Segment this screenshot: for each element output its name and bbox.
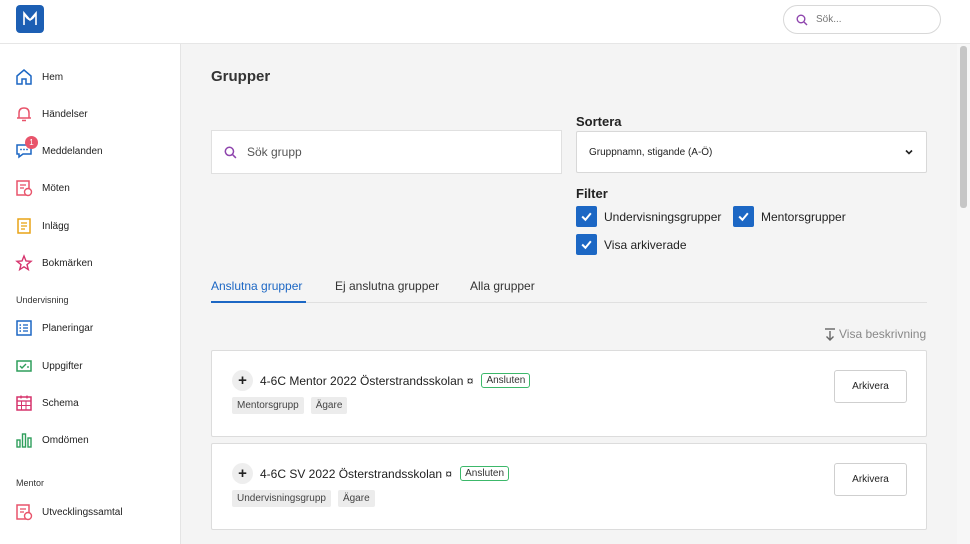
sidebar-item-label: Händelser xyxy=(42,108,88,120)
filter-option-label: Undervisningsgrupper xyxy=(604,209,722,224)
group-search[interactable] xyxy=(211,130,562,174)
check-icon xyxy=(738,212,749,222)
meeting-icon xyxy=(14,178,34,198)
sidebar-item-planeringar[interactable]: Planeringar xyxy=(14,315,174,341)
group-card: + 4-6C SV 2022 Österstrandsskolan ¤ Ansl… xyxy=(211,443,927,530)
tab-anslutna-grupper[interactable]: Anslutna grupper xyxy=(211,279,302,293)
top-bar xyxy=(0,0,970,44)
group-name: 4-6C SV 2022 Österstrandsskolan ¤ xyxy=(260,466,453,481)
filter-mentorsgrupper[interactable]: Mentorsgrupper xyxy=(733,206,846,227)
sidebar-item-utvecklingssamtal[interactable]: Utvecklingssamtal xyxy=(14,499,174,525)
search-icon xyxy=(796,14,808,25)
bell-icon xyxy=(14,104,34,124)
sort-selected-value: Gruppnamn, stigande (A-Ö) xyxy=(589,146,713,158)
show-description-label: Visa beskrivning xyxy=(839,327,927,341)
tab-alla-grupper[interactable]: Alla grupper xyxy=(470,279,535,293)
group-name: 4-6C Mentor 2022 Österstrandsskolan ¤ xyxy=(260,373,474,388)
global-search[interactable] xyxy=(783,5,941,34)
chevron-down-icon xyxy=(905,149,913,155)
sidebar-item-moten[interactable]: Möten xyxy=(14,175,174,201)
global-search-input[interactable] xyxy=(816,14,926,25)
checkbox[interactable] xyxy=(733,206,754,227)
group-card: + 4-6C Mentor 2022 Österstrandsskolan ¤ … xyxy=(211,350,927,437)
calendar-icon xyxy=(14,393,34,413)
bar-chart-icon xyxy=(14,430,34,450)
group-tabs: Anslutna grupper Ej anslutna grupper All… xyxy=(211,276,927,303)
expand-button[interactable]: + xyxy=(232,463,253,484)
assignment-icon xyxy=(14,356,34,376)
check-icon xyxy=(581,240,592,250)
tag: Mentorsgrupp xyxy=(232,397,304,414)
check-icon xyxy=(581,212,592,222)
show-description-toggle[interactable]: Visa beskrivning xyxy=(824,327,926,341)
filter-visa-arkiverade[interactable]: Visa arkiverade xyxy=(576,234,687,255)
sidebar-item-omdomen[interactable]: Omdömen xyxy=(14,427,174,453)
checkbox[interactable] xyxy=(576,234,597,255)
meeting-icon xyxy=(14,502,34,522)
page-scrollbar[interactable] xyxy=(957,44,970,544)
group-tags: Undervisningsgrupp Ägare xyxy=(232,490,382,507)
star-icon xyxy=(14,253,34,273)
sidebar-item-schema[interactable]: Schema xyxy=(14,390,174,416)
sidebar-item-label: Omdömen xyxy=(42,434,89,446)
search-icon xyxy=(224,146,237,158)
sidebar-item-handelser[interactable]: Händelser xyxy=(14,101,174,127)
sidebar-item-label: Meddelanden xyxy=(42,145,103,157)
post-icon xyxy=(14,216,34,236)
filter-undervisningsgrupper[interactable]: Undervisningsgrupper xyxy=(576,206,721,227)
sidebar-item-label: Planeringar xyxy=(42,322,94,334)
tab-ej-anslutna-grupper[interactable]: Ej anslutna grupper xyxy=(335,279,439,293)
status-badge: Ansluten xyxy=(481,373,531,388)
status-badge: Ansluten xyxy=(460,466,510,481)
sidebar-item-bokmarken[interactable]: Bokmärken xyxy=(14,250,174,276)
archive-button[interactable]: Arkivera xyxy=(834,463,907,496)
filter-option-label: Visa arkiverade xyxy=(604,237,687,252)
sort-select[interactable]: Gruppnamn, stigande (A-Ö) xyxy=(576,131,927,173)
tag: Undervisningsgrupp xyxy=(232,490,331,507)
chat-icon: 1 xyxy=(14,136,38,161)
main-content: Grupper Sortera Gruppnamn, stigande (A-Ö… xyxy=(181,44,957,544)
sidebar-item-label: Bokmärken xyxy=(42,257,93,269)
sidebar: Hem Händelser 1 Meddelanden Möten Inlägg… xyxy=(0,44,181,544)
group-search-input[interactable] xyxy=(247,145,547,159)
sidebar-item-label: Inlägg xyxy=(42,220,70,232)
app-logo[interactable] xyxy=(16,5,44,33)
sidebar-item-label: Schema xyxy=(42,397,79,409)
notification-badge: 1 xyxy=(25,136,38,149)
section-label-undervisning: Undervisning xyxy=(16,295,69,305)
expand-button[interactable]: + xyxy=(232,370,253,391)
sidebar-item-label: Möten xyxy=(42,182,70,194)
logo-icon xyxy=(23,10,37,25)
sidebar-item-hem[interactable]: Hem xyxy=(14,64,174,90)
active-tab-indicator xyxy=(211,301,306,303)
planning-icon xyxy=(14,318,34,338)
page-title: Grupper xyxy=(211,68,271,85)
group-title: 4-6C Mentor 2022 Österstrandsskolan ¤ An… xyxy=(260,373,531,388)
tag: Ägare xyxy=(337,490,375,507)
filter-option-label: Mentorsgrupper xyxy=(761,209,846,224)
home-icon xyxy=(14,67,34,87)
sidebar-item-label: Utvecklingssamtal xyxy=(42,506,123,518)
section-label-mentor: Mentor xyxy=(16,478,45,488)
scrollbar-thumb[interactable] xyxy=(960,46,967,208)
sidebar-item-label: Hem xyxy=(42,71,64,83)
sidebar-item-label: Uppgifter xyxy=(42,360,83,372)
sort-label: Sortera xyxy=(576,114,622,129)
sidebar-item-uppgifter[interactable]: Uppgifter xyxy=(14,353,174,379)
group-title: 4-6C SV 2022 Österstrandsskolan ¤ Anslut… xyxy=(260,466,510,481)
download-arrow-icon xyxy=(825,327,835,341)
archive-button[interactable]: Arkivera xyxy=(834,370,907,403)
checkbox[interactable] xyxy=(576,206,597,227)
tag: Ägare xyxy=(310,397,348,414)
filter-label: Filter xyxy=(576,186,608,201)
group-tags: Mentorsgrupp Ägare xyxy=(232,397,354,414)
sidebar-item-meddelanden[interactable]: 1 Meddelanden xyxy=(14,136,174,164)
sidebar-item-inlagg[interactable]: Inlägg xyxy=(14,213,174,239)
